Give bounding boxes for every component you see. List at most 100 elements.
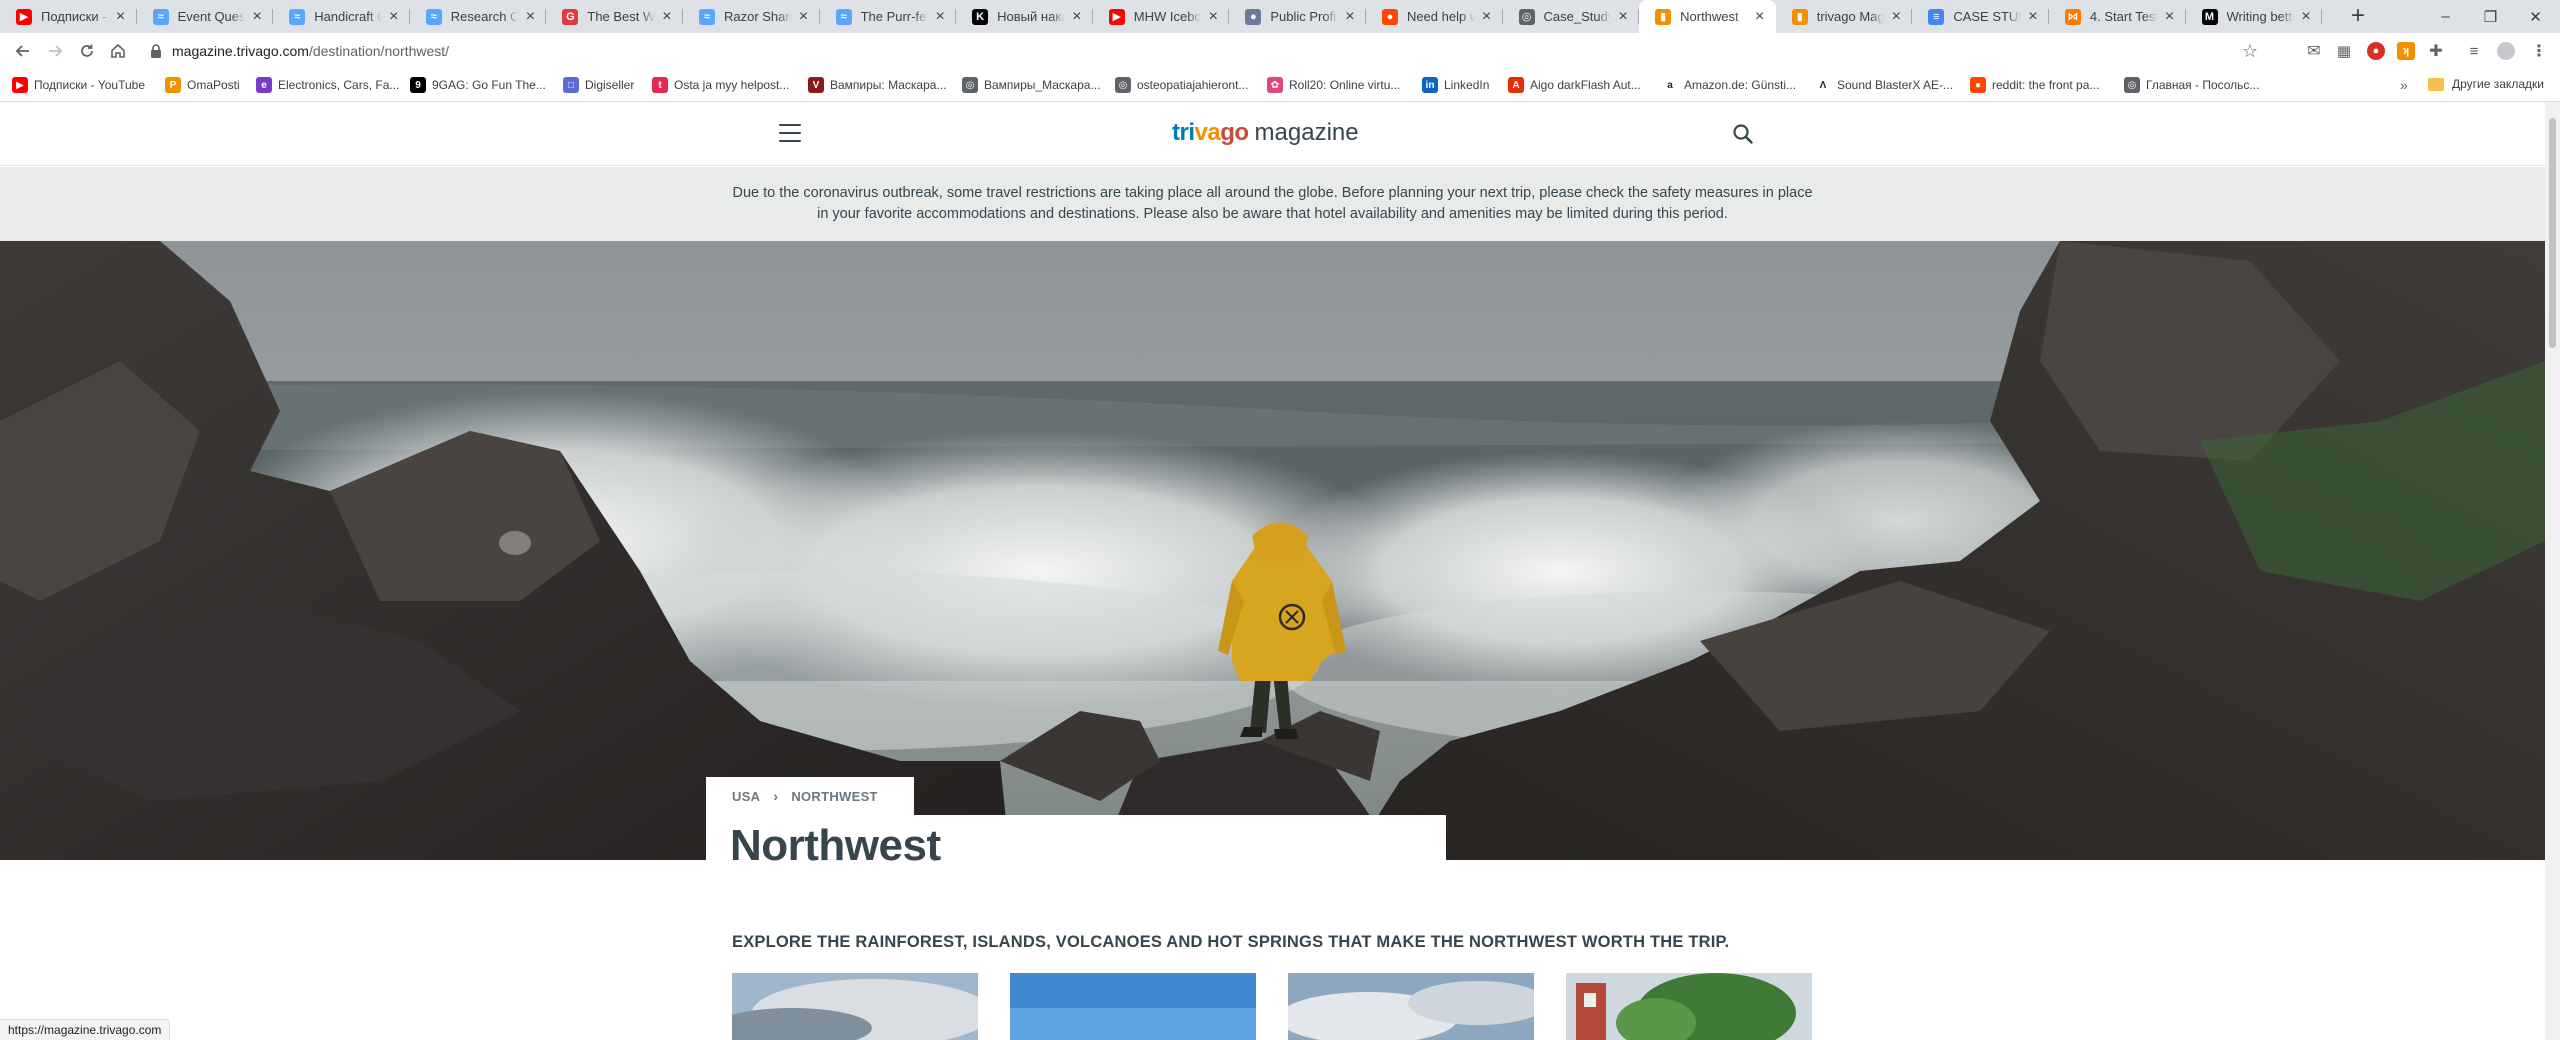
close-tab-icon[interactable]: × [1752, 8, 1768, 25]
close-tab-icon[interactable]: × [2025, 8, 2041, 25]
browser-tab[interactable]: ≈ Razor Sharp Edge × [683, 0, 820, 33]
browser-tab[interactable]: ● Need help with × [1366, 0, 1503, 33]
reading-list-icon[interactable]: ≡ [2465, 42, 2483, 60]
logo-part-magazine: magazine [1254, 119, 1359, 146]
browser-tab[interactable]: G The Best Weapons × [546, 0, 683, 33]
close-tab-icon[interactable]: × [2162, 8, 2178, 25]
docs-icon: ≡ [1928, 8, 1945, 25]
bookmark-label: Osta ja myy helpost... [674, 78, 790, 92]
destination-card[interactable] [1010, 973, 1256, 1040]
restore-button[interactable]: ❐ [2468, 0, 2513, 33]
page-scrollbar[interactable] [2545, 102, 2560, 1040]
close-tab-icon[interactable]: × [386, 8, 402, 25]
back-button[interactable] [12, 40, 34, 62]
close-tab-icon[interactable]: × [113, 8, 129, 25]
address-bar[interactable]: magazine.trivago.com/destination/northwe… [142, 37, 2270, 65]
bookmark-item[interactable]: ● reddit: the front pa... [1970, 77, 2099, 93]
url-text: magazine.trivago.com/destination/northwe… [172, 43, 449, 59]
bookmark-item[interactable]: ◎ Главная - Посольс... [2124, 77, 2259, 93]
browser-tab[interactable]: ▶ Подписки - YouTube × [0, 0, 137, 33]
browser-tab[interactable]: ▶ MHW Iceborne× [1093, 0, 1230, 33]
search-icon[interactable] [1732, 123, 1754, 145]
bookmark-item[interactable]: P OmaPosti [165, 77, 240, 93]
close-tab-icon[interactable]: × [249, 8, 265, 25]
other-bookmarks-folder[interactable]: Другие закладки [2428, 77, 2544, 91]
bookmark-favicon: ✿ [1267, 77, 1283, 93]
bookmark-item[interactable]: A Aigo darkFlash Aut... [1508, 77, 1641, 93]
browser-tab[interactable]: ▮ Northwest × [1639, 0, 1776, 33]
mail-extension-icon[interactable]: ✉ [2305, 42, 2323, 60]
puzzle-cube-extension-icon[interactable]: ▦ [2335, 42, 2353, 60]
browser-tab[interactable]: ▮ trivago Magazine× [1776, 0, 1913, 33]
bookmark-item[interactable]: ▶ Подписки - YouTube [12, 77, 145, 93]
destination-card[interactable] [1566, 973, 1812, 1040]
reload-button[interactable] [76, 40, 98, 62]
bookmark-item[interactable]: t Osta ja myy helpost... [652, 77, 789, 93]
close-tab-icon[interactable]: × [1205, 8, 1221, 25]
adblock-extension-icon[interactable]: ● [2367, 42, 2385, 60]
close-window-button[interactable]: ✕ [2513, 0, 2558, 33]
scroll-thumb[interactable] [2549, 118, 2556, 348]
minimize-button[interactable]: – [2423, 0, 2468, 33]
new-tab-button[interactable]: + [2346, 4, 2370, 29]
bookmark-item[interactable]: 9 9GAG: Go Fun The... [410, 77, 546, 93]
destination-card[interactable] [732, 973, 978, 1040]
extensions-puzzle-icon[interactable]: ✚ [2427, 42, 2445, 60]
destination-card[interactable] [1288, 973, 1534, 1040]
bookmark-item[interactable]: Λ Sound BlasterX AE-... [1815, 77, 1953, 93]
globe-icon: ◎ [1518, 8, 1535, 25]
browser-tab[interactable]: M Writing better× [2186, 0, 2323, 33]
bookmark-item[interactable]: □ Digiseller [563, 77, 634, 93]
forward-button[interactable] [44, 40, 66, 62]
bookmark-item[interactable]: V Вампиры: Маскара... [808, 77, 946, 93]
bookmark-item[interactable]: a Amazon.de: Günsti... [1662, 77, 1796, 93]
bookmark-star-icon[interactable]: ☆ [2242, 41, 2258, 62]
close-tab-icon[interactable]: × [796, 8, 812, 25]
browser-tab[interactable]: ≈ Research Corner× [410, 0, 547, 33]
home-button[interactable] [107, 40, 129, 62]
orange-extension-icon[interactable]: ʞ [2397, 42, 2415, 60]
site-header: tri va go magazine [0, 102, 2545, 166]
browser-tab[interactable]: K Новый наказ × [956, 0, 1093, 33]
profile-avatar[interactable] [2497, 42, 2515, 60]
card-image-blue-sky [1010, 973, 1256, 1040]
bookmark-item[interactable]: in LinkedIn [1422, 77, 1489, 93]
tab-title: Writing better [2226, 9, 2295, 24]
browser-tab[interactable]: ≈ Handicraft Chat × [273, 0, 410, 33]
browser-tab[interactable]: ● Public Profile × [1229, 0, 1366, 33]
close-tab-icon[interactable]: × [1479, 8, 1495, 25]
bookmark-favicon: ◎ [962, 77, 978, 93]
browser-tab[interactable]: ≈ Event Questions× [137, 0, 274, 33]
bookmark-favicon: Λ [1815, 77, 1831, 93]
bookmark-item[interactable]: ◎ Вампиры_Маскара... [962, 77, 1100, 93]
breadcrumb-usa[interactable]: USA [732, 789, 760, 804]
close-tab-icon[interactable]: × [1342, 8, 1358, 25]
close-tab-icon[interactable]: × [1069, 8, 1085, 25]
browser-tab[interactable]: ◎ Case_Study_× [1503, 0, 1640, 33]
tab-title: Case_Study_ [1543, 9, 1612, 24]
close-tab-icon[interactable]: × [1615, 8, 1631, 25]
bookmark-label: Aigo darkFlash Aut... [1530, 78, 1641, 92]
trivago-magazine-logo[interactable]: tri va go magazine [1172, 119, 1359, 147]
browser-tab[interactable]: ≡ CASE STUDY × [1912, 0, 2049, 33]
tab-title: Research Corner [450, 9, 519, 24]
bookmarks-overflow-button[interactable]: » [2400, 77, 2408, 93]
tab-title: Public Profile [1270, 9, 1338, 24]
bookmark-item[interactable]: e Electronics, Cars, Fa... [256, 77, 399, 93]
browser-tab[interactable]: ⋈ 4. Start Test Run × [2049, 0, 2186, 33]
close-tab-icon[interactable]: × [1888, 8, 1904, 25]
bookmark-label: reddit: the front pa... [1992, 78, 2100, 92]
hamburger-menu-icon[interactable] [779, 124, 801, 142]
bookmark-item[interactable]: ◎ osteopatiajahieront... [1115, 77, 1248, 93]
close-tab-icon[interactable]: × [2298, 8, 2314, 25]
card-image-cloudy-sky [732, 973, 978, 1040]
browser-tab[interactable]: ≈ The Purr-fect Hunt× [820, 0, 957, 33]
close-tab-icon[interactable]: × [932, 8, 948, 25]
bookmark-item[interactable]: ✿ Roll20: Online virtu... [1267, 77, 1400, 93]
close-tab-icon[interactable]: × [522, 8, 538, 25]
close-tab-icon[interactable]: × [659, 8, 675, 25]
bookmark-favicon: ◎ [2124, 77, 2140, 93]
bookmark-label: Вампиры: Маскара... [830, 78, 947, 92]
menu-kebab-icon[interactable]: ⋮ [2530, 42, 2548, 60]
web-page: tri va go magazine Due to the coronavirus o… [0, 102, 2545, 1040]
